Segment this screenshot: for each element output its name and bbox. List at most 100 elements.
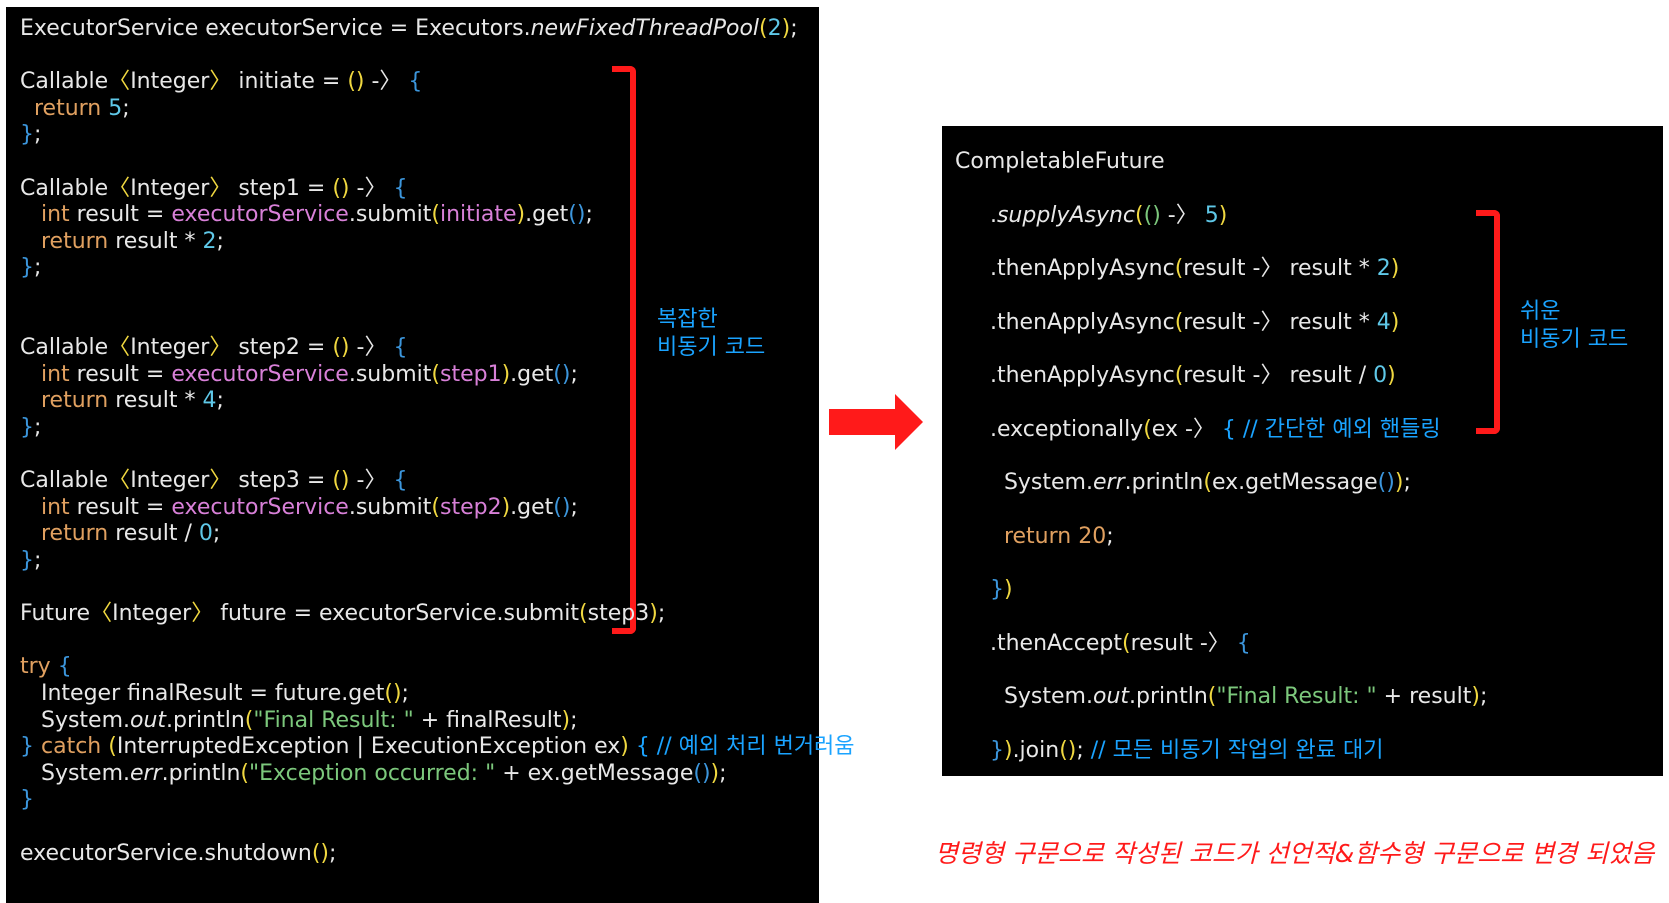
code-token: .submit — [348, 494, 432, 520]
right-code-line: .supplyAsync(() -〉 5) — [955, 201, 1227, 231]
code-token: System. — [955, 470, 1093, 495]
code-token: () — [1377, 470, 1395, 495]
code-token: + finalResult — [413, 707, 562, 733]
code-token: 2 — [767, 16, 782, 41]
left-code-line: System.err.println("Exception occurred: … — [20, 759, 727, 789]
code-token: return — [20, 95, 109, 121]
code-token: result * — [108, 388, 203, 414]
left-code-line: } — [20, 785, 34, 815]
code-token: step2 = — [231, 335, 333, 361]
right-code-line: .thenApplyAsync(result -〉 result / 0) — [955, 361, 1396, 391]
code-token: ) — [1387, 363, 1396, 388]
code-token: ; — [34, 415, 42, 440]
code-token: int — [20, 494, 70, 520]
left-code-line: int result = executorService.submit(init… — [20, 200, 593, 230]
code-token: .submit — [348, 361, 432, 387]
code-token: "Final Result: " — [1216, 684, 1377, 709]
code-token: ( — [431, 202, 440, 228]
code-token: catch — [41, 734, 109, 760]
code-token: ; — [790, 16, 798, 41]
left-code-line: int result = executorService.submit(step… — [20, 493, 578, 523]
code-token: ; — [401, 681, 409, 706]
code-token: System. — [20, 707, 131, 733]
right-code-line: .thenApplyAsync(result -〉 result * 2) — [955, 254, 1399, 284]
right-code-line: .exceptionally(ex -〉 { // 간단한 예외 핸들링 — [955, 415, 1441, 445]
code-token: newFixedThreadPool — [530, 16, 760, 41]
code-token: InterruptedException | ExecutionExceptio… — [116, 734, 621, 760]
code-token: ( — [240, 760, 249, 786]
code-token: + result — [1376, 684, 1472, 709]
code-token: 〈 — [108, 175, 131, 201]
code-token: int — [20, 202, 70, 228]
code-token: () — [1059, 737, 1077, 763]
code-token: { — [57, 654, 72, 680]
code-token: result -〉 result * — [1183, 309, 1377, 335]
code-token: result -〉 result * — [1183, 256, 1377, 281]
left-code-line: Callable〈Integer〉 step3 = () -〉 { — [20, 466, 407, 496]
code-token: 〈 — [90, 601, 113, 627]
left-code-line: int result = executorService.submit(step… — [20, 360, 578, 390]
code-token: ) — [781, 16, 791, 41]
left-code-line: } catch (InterruptedException | Executio… — [20, 732, 855, 762]
code-token: ) — [1003, 577, 1013, 602]
code-token: ) — [1390, 256, 1400, 281]
right-code-line: return 20; — [955, 522, 1114, 552]
code-token: return — [20, 228, 109, 254]
code-token: result = — [69, 202, 172, 228]
code-token: ex.getMessage — [1211, 470, 1378, 495]
code-token: .println — [161, 760, 241, 786]
right-code-line: CompletableFuture — [955, 147, 1165, 177]
code-token: . — [955, 202, 997, 228]
code-token: err — [1092, 470, 1125, 495]
code-token: result -〉 result / — [1183, 363, 1374, 388]
code-token: result -〉 — [1130, 630, 1237, 656]
code-token: ) — [561, 707, 571, 733]
code-token: ( — [431, 494, 440, 520]
code-token: { — [393, 175, 408, 201]
code-token: ; — [570, 361, 578, 387]
code-token: step2 — [439, 494, 502, 520]
code-token: Integer — [130, 69, 210, 95]
code-token: Callable — [20, 175, 109, 201]
code-token: { — [408, 69, 423, 95]
code-token: ; — [585, 202, 593, 228]
code-token: ; — [570, 707, 578, 733]
code-token: // 모든 비동기 작업의 완료 대기 — [1090, 737, 1384, 763]
code-token: step1 = — [231, 175, 333, 201]
code-token: ) — [649, 601, 658, 627]
code-token: ) — [501, 494, 511, 520]
code-token: .thenApplyAsync — [955, 256, 1175, 281]
code-token: () — [568, 202, 586, 228]
code-token: ; — [122, 95, 130, 121]
code-token: () — [332, 468, 350, 494]
code-token: { // 예외 처리 번거러움 — [628, 734, 855, 760]
code-token: ; — [719, 760, 727, 786]
code-token: Callable — [20, 69, 109, 95]
left-code-line: Future〈Integer〉 future = executorService… — [20, 599, 665, 629]
code-token: return — [20, 388, 109, 414]
left-code-line: Callable〈Integer〉 initiate = () -〉 { — [20, 67, 422, 97]
code-token: } — [20, 734, 41, 760]
code-token: ; — [34, 548, 42, 573]
left-code-line: executorService.shutdown(); — [20, 839, 336, 869]
code-token: executorService.shutdown — [20, 840, 312, 866]
code-token: future = executorService.submit — [213, 601, 580, 627]
code-token: initiate = — [231, 69, 348, 95]
code-token: -〉 — [349, 468, 394, 494]
code-token: () — [553, 494, 571, 520]
code-token: ( — [108, 734, 117, 760]
left-code-line: try { — [20, 652, 72, 682]
code-token: result * — [108, 228, 203, 254]
code-token: ( — [579, 601, 588, 627]
left-code-line: return result * 4; — [20, 386, 224, 416]
code-token: 〉 — [191, 601, 214, 627]
right-highlight-bracket — [1476, 210, 1500, 434]
code-token: -〉 — [349, 175, 394, 201]
code-token: () — [1143, 202, 1161, 228]
code-token: ( — [1174, 309, 1184, 335]
code-token: .get — [525, 202, 569, 228]
code-token: } — [20, 415, 34, 440]
code-token: result / — [108, 521, 199, 547]
code-token: 5 — [108, 95, 123, 121]
code-token: return — [955, 523, 1079, 549]
